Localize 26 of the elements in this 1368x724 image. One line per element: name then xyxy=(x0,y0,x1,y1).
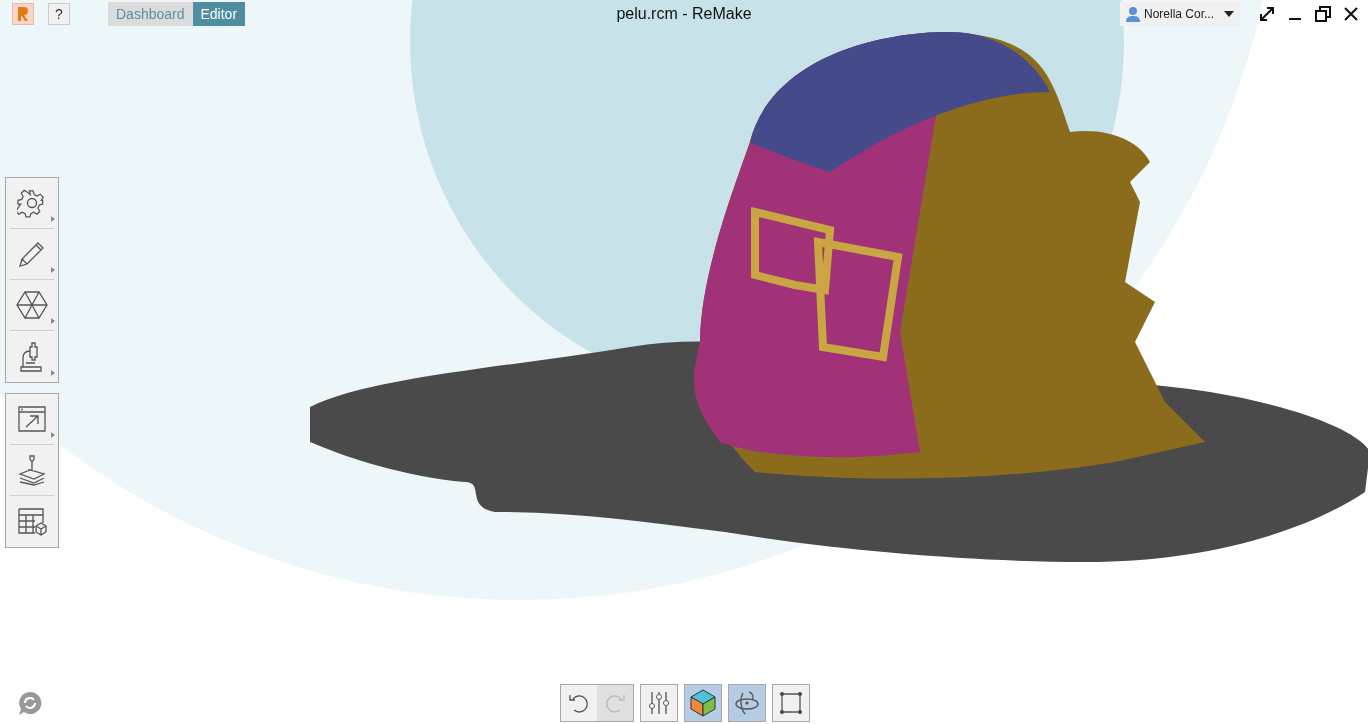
close-button[interactable] xyxy=(1342,5,1360,23)
user-icon xyxy=(1125,6,1140,22)
window-arrow-icon xyxy=(17,405,47,433)
view-tool-button[interactable] xyxy=(685,685,721,721)
table-cube-icon xyxy=(17,506,47,537)
sliders-icon xyxy=(647,690,671,716)
view-tool-button[interactable] xyxy=(729,685,765,721)
view-tab[interactable]: Editor xyxy=(192,2,246,26)
help-button[interactable]: ? xyxy=(48,3,70,25)
settings-icon xyxy=(17,188,47,218)
frame-icon xyxy=(779,691,803,715)
restore-icon xyxy=(1315,6,1331,22)
cube-icon xyxy=(690,689,716,717)
minimize-icon xyxy=(1289,18,1301,20)
window-title: pelu.rcm - ReMake xyxy=(616,5,752,22)
sync-icon[interactable] xyxy=(17,690,43,716)
logo-letter-icon xyxy=(17,6,29,22)
user-menu[interactable]: Norella Cor... xyxy=(1119,2,1240,26)
hexagon-icon xyxy=(16,290,48,320)
expand-icon xyxy=(1259,6,1275,22)
printer-layers-icon xyxy=(17,454,47,486)
close-icon xyxy=(1344,7,1358,21)
fullscreen-button[interactable] xyxy=(1258,5,1276,23)
orbit-icon xyxy=(734,690,760,716)
restore-button[interactable] xyxy=(1314,5,1332,23)
caret-icon xyxy=(1224,11,1234,17)
